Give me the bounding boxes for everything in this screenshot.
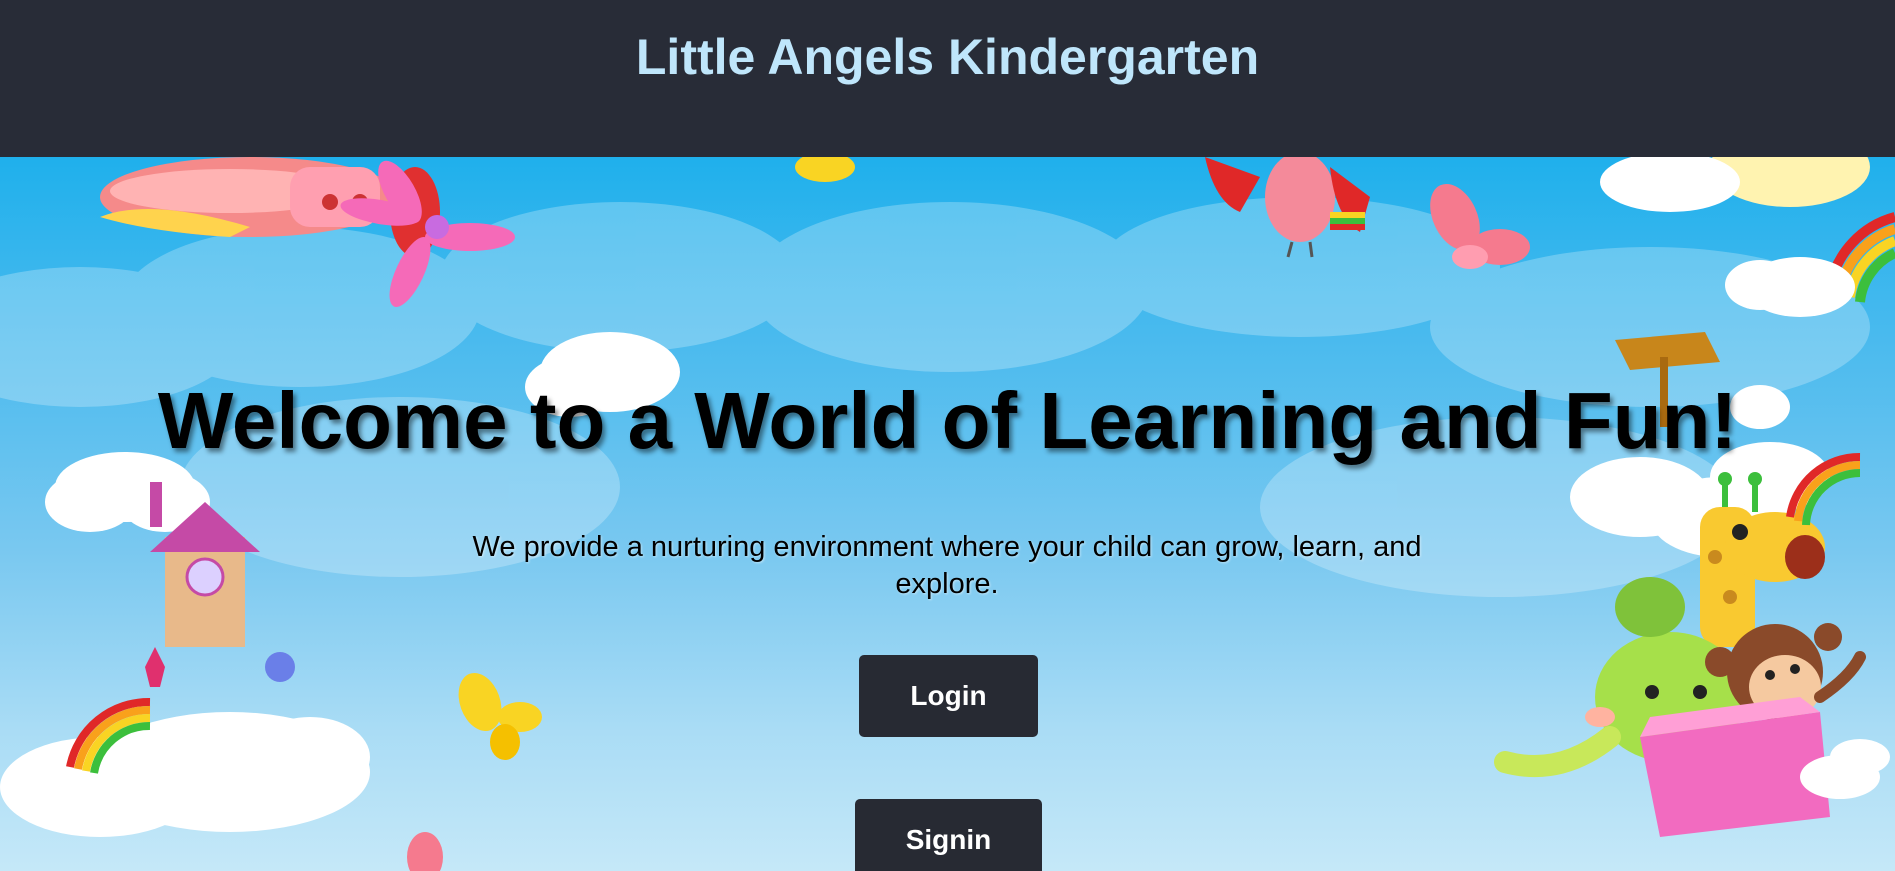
- welcome-heading: Welcome to a World of Learning and Fun!: [157, 376, 1738, 465]
- site-title: Little Angels Kindergarten: [635, 29, 1260, 85]
- hero-section: Welcome to a World of Learning and Fun! …: [0, 157, 1895, 871]
- hero-content: Welcome to a World of Learning and Fun! …: [0, 157, 1895, 871]
- login-button[interactable]: Login: [859, 655, 1038, 737]
- signin-button[interactable]: Signin: [855, 799, 1042, 871]
- tagline-text: We provide a nurturing environment where…: [472, 531, 1422, 600]
- site-header: Little Angels Kindergarten: [0, 0, 1895, 157]
